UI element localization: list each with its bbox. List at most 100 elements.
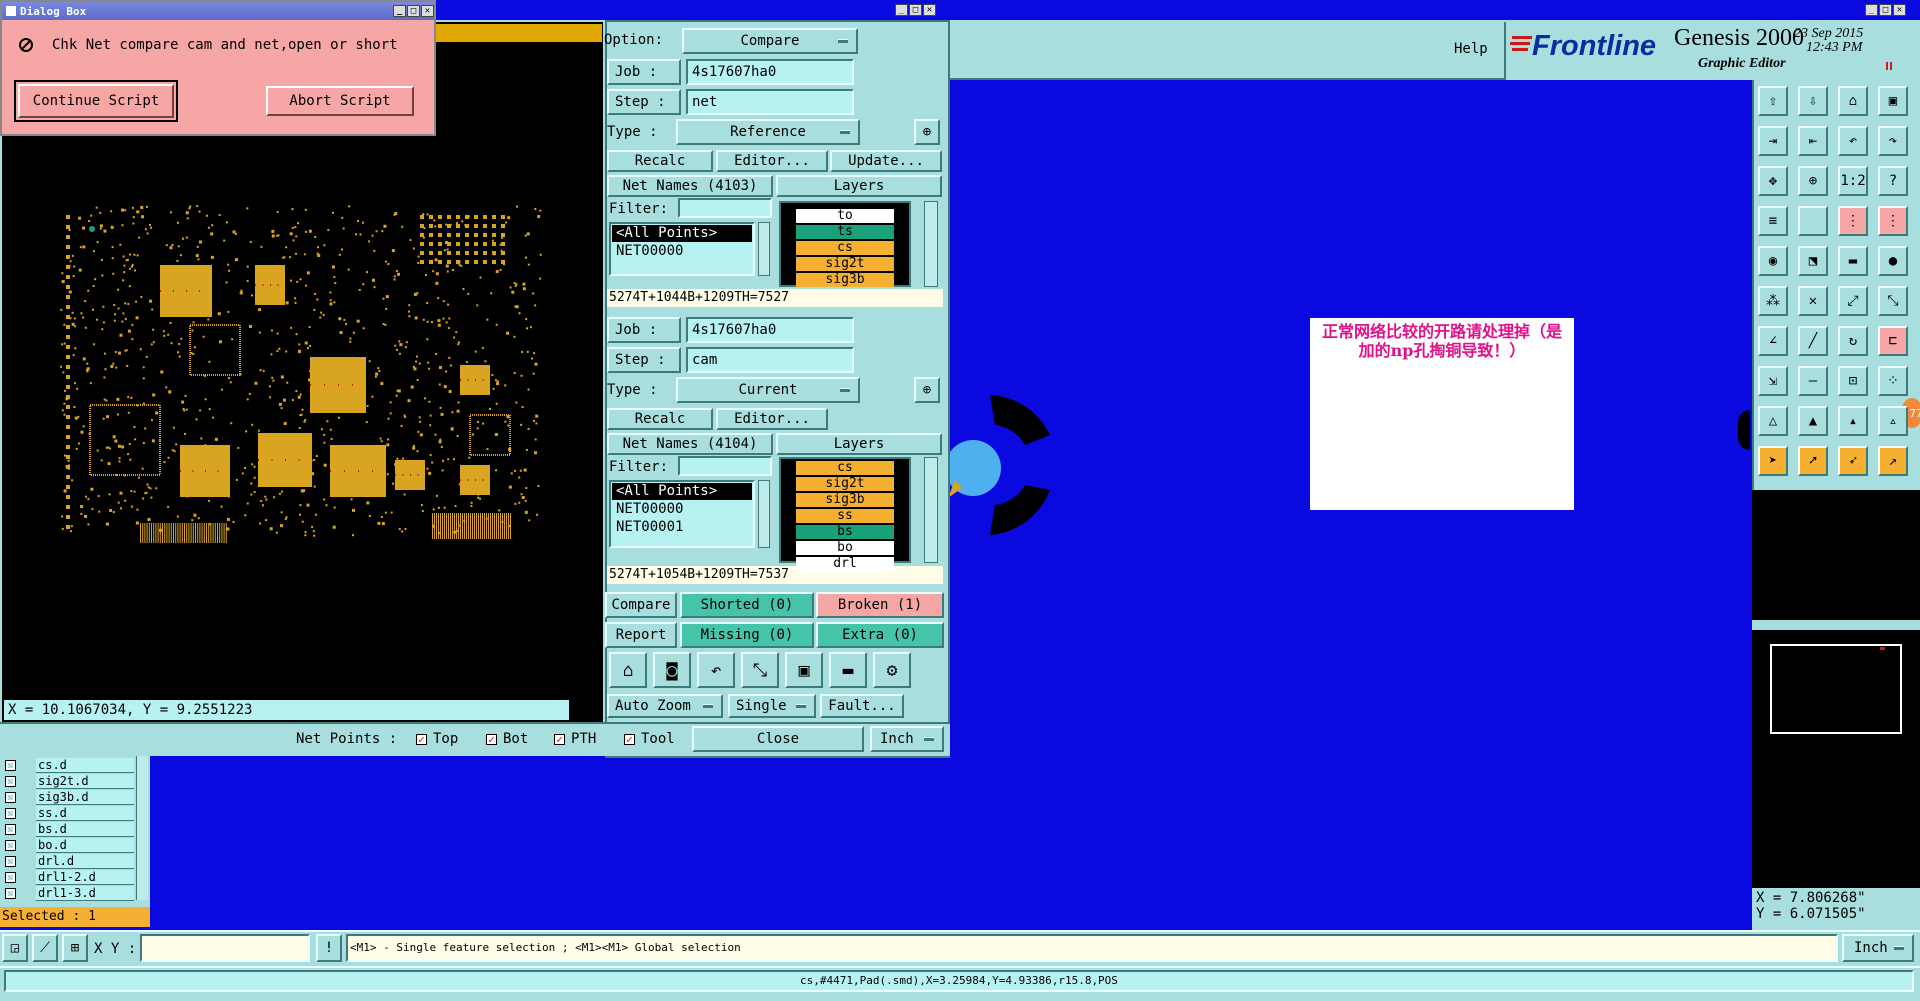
tool-window-icon[interactable]: ▣ (1878, 86, 1908, 116)
tool-trace-icon[interactable]: — (1798, 366, 1828, 396)
abort-script-button[interactable]: Abort Script (266, 86, 414, 116)
layer-checkbox-icon[interactable] (5, 776, 16, 787)
tool-in-icon[interactable]: ⇥ (1758, 126, 1788, 156)
option-dropdown[interactable]: Compare (682, 28, 858, 54)
ref-net-item[interactable]: NET00000 (612, 243, 752, 260)
autozoom-dropdown[interactable]: Auto Zoom (607, 694, 723, 718)
tool-import-icon[interactable]: ⇩ (1798, 86, 1828, 116)
grid-tool-icon[interactable]: ⊞ (62, 934, 88, 962)
panel-maximize-icon[interactable]: □ (909, 4, 922, 16)
ref-layer-item[interactable]: sig2t (796, 257, 894, 271)
cur-layer-item[interactable]: ss (796, 509, 894, 523)
fault-button[interactable]: Fault... (820, 694, 904, 718)
tool-triangle-icon[interactable]: △ (1758, 406, 1788, 436)
minimap-viewport[interactable] (1770, 644, 1902, 734)
panel-route-icon[interactable]: ⤡ (741, 652, 779, 688)
panel-units-dropdown[interactable]: Inch (870, 726, 944, 752)
tool-cluster-icon[interactable]: ⁘ (1878, 366, 1908, 396)
cur-zoom-icon[interactable]: ⊕ (914, 377, 940, 403)
ref-job-field[interactable]: 4s17607ha0 (686, 59, 854, 85)
layer-checkbox-icon[interactable] (5, 872, 16, 883)
np-pth-checkbox[interactable]: ✓ PTH (554, 731, 596, 747)
tool-snap-red2-icon[interactable]: ⋮ (1878, 206, 1908, 236)
panel-window-icon[interactable]: ▣ (785, 652, 823, 688)
cur-filter-input[interactable] (678, 456, 772, 476)
cur-layer-item[interactable]: cs (796, 461, 894, 475)
dialog-minimize-icon[interactable]: _ (393, 5, 406, 17)
tool-scale-icon[interactable]: 1:2 (1838, 166, 1868, 196)
layer-checkbox-icon[interactable] (5, 760, 16, 771)
layer-list-item[interactable]: ss.d (36, 806, 134, 821)
layer-list-item[interactable]: sig3b.d (36, 790, 134, 805)
ref-layer-item[interactable]: to (796, 209, 894, 223)
layer-checkbox-icon[interactable] (5, 840, 16, 851)
tool-undo-icon[interactable]: ↶ (1838, 126, 1868, 156)
missing-button[interactable]: Missing (0) (680, 622, 814, 648)
ref-layer-item[interactable]: sig3b (796, 273, 894, 287)
alert-icon[interactable]: ! (316, 934, 342, 962)
ref-recalc-button[interactable]: Recalc (607, 150, 713, 172)
panel-home-icon[interactable]: ⌂ (609, 652, 647, 688)
tool-pointer-icon[interactable]: ➤ (1758, 446, 1788, 476)
ref-editor-button[interactable]: Editor... (716, 150, 828, 172)
layer-checkbox-icon[interactable] (5, 808, 16, 819)
tool-circle-icon[interactable]: ● (1878, 246, 1908, 276)
layer-list-item[interactable]: drl.d (36, 854, 134, 869)
ref-filter-input[interactable] (678, 198, 772, 218)
layer-list-item[interactable]: bo.d (36, 838, 134, 853)
np-bot-checkbox[interactable]: ✓ Bot (486, 731, 528, 747)
cur-net-item[interactable]: NET00001 (612, 519, 752, 536)
tool-angle-icon[interactable]: ∠ (1758, 326, 1788, 356)
tool-blank-icon[interactable] (1798, 206, 1828, 236)
ref-zoom-icon[interactable]: ⊕ (914, 119, 940, 145)
ref-layer-scrollbar[interactable] (924, 201, 938, 287)
close-button[interactable]: Close (692, 726, 864, 752)
panel-camera-icon[interactable]: ◙ (653, 652, 691, 688)
dialog-maximize-icon[interactable]: □ (407, 5, 420, 17)
tool-redo-icon[interactable]: ↷ (1878, 126, 1908, 156)
cur-job-field[interactable]: 4s17607ha0 (686, 317, 854, 343)
single-dropdown[interactable]: Single (728, 694, 816, 718)
main-minimize-icon[interactable]: _ (1865, 4, 1878, 16)
panel-undo-icon[interactable]: ↶ (697, 652, 735, 688)
layer-list-item[interactable]: bs.d (36, 822, 134, 837)
cur-step-field[interactable]: cam (686, 347, 854, 373)
layer-checkbox-icon[interactable] (5, 856, 16, 867)
tool-pad-icon[interactable]: ◉ (1758, 246, 1788, 276)
tool-line-icon[interactable]: ▬ (1838, 246, 1868, 276)
cur-layer-item[interactable]: bs (796, 525, 894, 539)
cur-layer-item[interactable]: sig2t (796, 477, 894, 491)
ref-layer-item[interactable]: cs (796, 241, 894, 255)
layer-list-item[interactable]: drl1-3.d (36, 886, 134, 901)
main-close-icon[interactable]: ✕ (1893, 4, 1906, 16)
cur-editor-button[interactable]: Editor... (716, 408, 828, 430)
select-tool-icon[interactable]: ◲ (2, 934, 28, 962)
ref-net-scrollbar[interactable] (758, 222, 770, 276)
ref-update-button[interactable]: Update... (830, 150, 942, 172)
cur-recalc-button[interactable]: Recalc (607, 408, 713, 430)
layer-checkbox-icon[interactable] (5, 824, 16, 835)
compare-button[interactable]: Compare (605, 592, 677, 618)
tool-probe2-icon[interactable]: ⤡ (1878, 286, 1908, 316)
ref-layer-item[interactable]: ts (796, 225, 894, 239)
panel-minimize-icon[interactable]: _ (895, 4, 908, 16)
tool-edit-icon[interactable]: ⬔ (1798, 246, 1828, 276)
tool-pointer4-icon[interactable]: ↗ (1878, 446, 1908, 476)
layer-list-item[interactable]: cs.d (36, 758, 134, 773)
cur-layer-item[interactable]: bo (796, 541, 894, 555)
tool-pin-icon[interactable]: ⊏ (1878, 326, 1908, 356)
cur-layer-scrollbar[interactable] (924, 457, 938, 563)
cur-type-dropdown[interactable]: Current (676, 377, 860, 403)
tool-curve-icon[interactable]: ↻ (1838, 326, 1868, 356)
tool-probe-icon[interactable]: ⤢ (1838, 286, 1868, 316)
tool-export-icon[interactable]: ⇧ (1758, 86, 1788, 116)
main-maximize-icon[interactable]: □ (1879, 4, 1892, 16)
np-tool-checkbox[interactable]: ✓ Tool (624, 731, 675, 747)
tool-center-icon[interactable]: ⊕ (1798, 166, 1828, 196)
tool-cross-icon[interactable]: ✕ (1798, 286, 1828, 316)
tool-grid-icon[interactable]: ⊡ (1838, 366, 1868, 396)
cur-net-item[interactable]: <All Points> (612, 483, 752, 500)
layer-list-item[interactable]: sig2t.d (36, 774, 134, 789)
tool-tri2-icon[interactable]: ▲ (1798, 406, 1828, 436)
shorted-button[interactable]: Shorted (0) (680, 592, 814, 618)
